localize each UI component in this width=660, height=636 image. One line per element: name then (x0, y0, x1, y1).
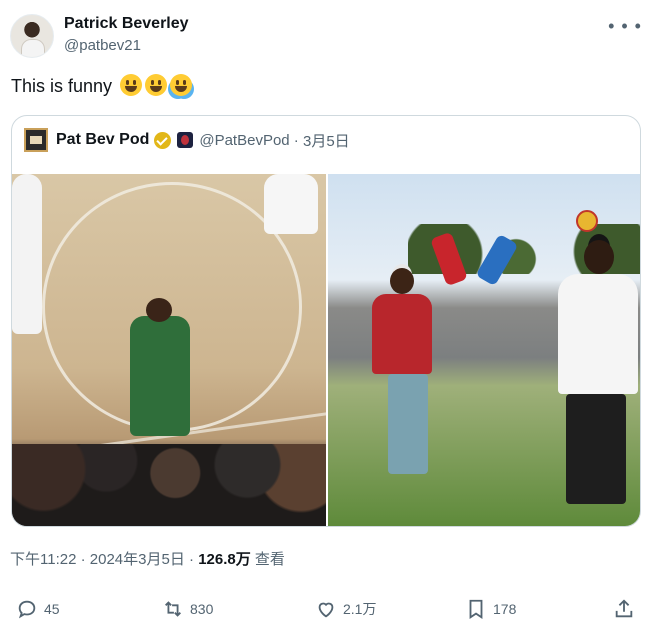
post-date[interactable]: 2024年3月5日 (90, 551, 185, 568)
tears-of-joy-emoji (170, 74, 193, 96)
affiliation-badge-icon (177, 132, 194, 148)
tweet-timestamp: 下午11:22 · 2024年3月5日 · 126.8万 查看 (10, 548, 285, 569)
bookmark-count: 178 (493, 601, 517, 617)
street-photo[interactable] (328, 174, 640, 526)
man-white-shirt (558, 240, 638, 394)
like-button[interactable]: 2.1万 (315, 598, 376, 620)
post-time[interactable]: 下午11:22 (10, 551, 76, 568)
heart-icon (315, 598, 337, 620)
quoted-tweet-header: Pat Bev Pod @PatBevPod · 3月5日 (24, 128, 350, 152)
jeans (388, 374, 428, 474)
man-red-shirt (372, 268, 432, 374)
tweet-header: Patrick Beverley @patbev21 • • • (10, 12, 650, 60)
quoted-handle[interactable]: @PatBevPod (199, 132, 289, 149)
view-count: 126.8万 (198, 551, 251, 568)
tweet-text: This is funny (11, 74, 193, 97)
player-figure (264, 174, 318, 234)
bookmark-button[interactable]: 178 (465, 598, 516, 620)
retweet-button[interactable]: 830 (162, 598, 213, 620)
crowd (12, 444, 326, 526)
views-label: 查看 (254, 551, 285, 568)
more-options-icon[interactable]: • • • (608, 16, 642, 37)
smiley-emoji (120, 74, 143, 96)
display-name[interactable]: Patrick Beverley (64, 15, 189, 33)
dot-separator: · (189, 551, 199, 568)
basketball-court-photo[interactable] (12, 174, 326, 526)
grin-emoji (145, 74, 168, 96)
retweet-icon (162, 598, 184, 620)
retweet-count: 830 (190, 601, 214, 617)
bookmark-icon (465, 598, 487, 620)
player-figure (12, 174, 42, 334)
action-bar: 45 830 2.1万 178 (0, 598, 660, 628)
verified-badge-icon (154, 131, 172, 149)
user-avatar[interactable] (10, 14, 54, 58)
black-pants (566, 394, 626, 504)
tweet-body: This is funny (11, 76, 113, 96)
hugging-players (130, 298, 190, 436)
dot-separator: · (80, 551, 90, 568)
user-handle[interactable]: @patbev21 (64, 37, 141, 54)
restaurant-sign (576, 210, 598, 232)
quoted-date[interactable]: 3月5日 (303, 130, 350, 151)
reply-button[interactable]: 45 (16, 598, 60, 620)
quoted-display-name[interactable]: Pat Bev Pod (56, 131, 149, 149)
quoted-tweet[interactable]: Pat Bev Pod @PatBevPod · 3月5日 (11, 115, 641, 527)
reply-icon (16, 598, 38, 620)
quoted-avatar[interactable] (24, 128, 48, 152)
share-button[interactable] (613, 598, 635, 620)
share-icon (613, 598, 635, 620)
quoted-separator: · (289, 131, 303, 149)
reply-count: 45 (44, 601, 60, 617)
like-count: 2.1万 (343, 601, 377, 617)
